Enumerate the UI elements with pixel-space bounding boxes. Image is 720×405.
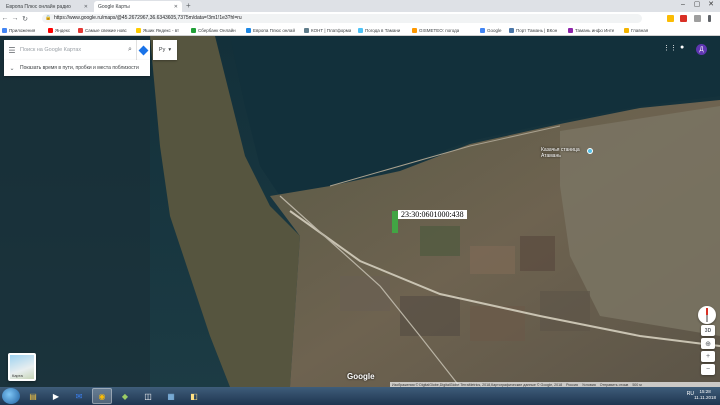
bookmark-item[interactable]: GISMETEO: погода: [412, 26, 459, 35]
satellite-imagery: [0, 36, 720, 387]
language-select[interactable]: Ру ▾: [153, 40, 177, 60]
bookmark-item[interactable]: Сбербанк Онлайн: [191, 26, 236, 35]
bookmark-item[interactable]: Приложения: [2, 26, 35, 35]
bookmark-item[interactable]: Самые свежие новс: [78, 26, 127, 35]
page-icon: [624, 28, 629, 33]
explorer-icon[interactable]: ▤: [23, 388, 43, 404]
system-clock[interactable]: 15:28 11.11.2018: [694, 389, 716, 401]
forward-icon[interactable]: →: [10, 15, 20, 22]
language-label: Ру: [158, 47, 166, 53]
bookmarks-bar: Приложения Яндекс Самые свежие новс Яшик…: [0, 25, 720, 36]
account-avatar[interactable]: Д: [696, 44, 707, 55]
place-label[interactable]: Казачья станица Атамань: [541, 147, 580, 159]
tab-close-icon[interactable]: ✕: [174, 4, 178, 10]
zoom-in-button[interactable]: +: [701, 351, 715, 362]
reload-icon[interactable]: ↻: [20, 15, 30, 23]
media-player-icon[interactable]: ▶: [46, 388, 66, 404]
bookmark-item[interactable]: Яндекс: [48, 26, 70, 35]
outlook-icon[interactable]: ✉: [69, 388, 89, 404]
extension-icon[interactable]: [694, 15, 701, 22]
close-window-icon[interactable]: ✕: [704, 0, 718, 10]
maximize-icon[interactable]: ▢: [690, 0, 704, 10]
tab-label: Google Карты: [98, 3, 130, 10]
app-icon[interactable]: ▦: [161, 388, 181, 404]
apps-grid-icon[interactable]: ⋮⋮: [663, 44, 677, 52]
app-icon[interactable]: ◫: [138, 388, 158, 404]
tab-bar: Европа Плюс онлайн радио ✕ Google Карты …: [0, 0, 720, 12]
google-logo: Google: [347, 372, 375, 381]
lock-icon: 🔒: [45, 15, 52, 21]
tab-close-icon[interactable]: ✕: [84, 4, 88, 10]
url-text: https://www.google.ru/maps/@45.2672967,3…: [54, 15, 242, 21]
dropdown-arrow-icon: ▾: [168, 47, 172, 53]
bookmark-item[interactable]: Погода в Тамани: [358, 26, 400, 35]
tab-label: Европа Плюс онлайн радио: [6, 3, 71, 10]
compass-icon[interactable]: [698, 306, 716, 324]
hamburger-menu-icon[interactable]: ☰: [4, 46, 20, 55]
chevron-down-icon: ⌄: [9, 65, 15, 72]
mail-icon: [136, 28, 141, 33]
directions-button[interactable]: [136, 40, 150, 60]
notifications-icon[interactable]: ●: [680, 44, 684, 51]
apps-icon: [2, 28, 7, 33]
search-input[interactable]: Поиск на Google Картах: [20, 47, 124, 53]
sberbank-icon: [191, 28, 196, 33]
weather-icon: [358, 28, 363, 33]
new-tab-icon[interactable]: +: [186, 1, 191, 10]
tab-europa-plus[interactable]: Европа Плюс онлайн радио ✕: [2, 1, 92, 12]
place-pin-icon[interactable]: [587, 148, 593, 154]
extension-icon[interactable]: [680, 15, 687, 22]
bookmark-item[interactable]: Тамань инфо Инте: [568, 26, 614, 35]
bookmark-item[interactable]: Яшик Яндекс - вт: [136, 26, 179, 35]
news-icon: [78, 28, 83, 33]
google-icon: [480, 28, 485, 33]
parcel-cadastral-label: 23:30:0601000:438: [398, 210, 467, 219]
bookmark-item[interactable]: КОНТ | Платформа: [304, 26, 351, 35]
bookmark-item[interactable]: Европа Плюс онлай: [246, 26, 295, 35]
bookmark-item[interactable]: Google: [480, 26, 502, 35]
vk-icon: [509, 28, 514, 33]
address-bar[interactable]: 🔒 https://www.google.ru/maps/@45.2672967…: [42, 14, 642, 23]
browser-menu-icon[interactable]: [708, 15, 711, 22]
yandex-icon: [48, 28, 53, 33]
map-search-box[interactable]: ☰ Поиск на Google Картах ⌕: [4, 40, 150, 60]
commute-text: Показать время в пути, пробки и места по…: [20, 65, 139, 71]
layers-label: Карта: [12, 373, 23, 378]
search-icon[interactable]: ⌕: [124, 46, 136, 54]
page-icon: [304, 28, 309, 33]
minimize-icon[interactable]: –: [676, 0, 690, 10]
zoom-out-button[interactable]: −: [701, 364, 715, 375]
layers-toggle[interactable]: Карта: [8, 353, 36, 381]
bookmark-item[interactable]: Главная: [624, 26, 648, 35]
avatar: Д: [696, 44, 707, 55]
browser-toolbar: ← → ↻ 🔒 https://www.google.ru/maps/@45.2…: [0, 12, 720, 25]
app-icon[interactable]: ◧: [184, 388, 204, 404]
tilt-3d-button[interactable]: 3D: [701, 325, 715, 336]
radio-icon: [246, 28, 251, 33]
extension-icon[interactable]: [667, 15, 674, 22]
commute-panel[interactable]: ⌄ Показать время в пути, пробки и места …: [4, 60, 150, 76]
language-indicator[interactable]: RU: [687, 391, 694, 397]
bookmark-item[interactable]: Порт Тамань | ВКон: [509, 26, 557, 35]
my-location-icon[interactable]: ⊕: [701, 338, 715, 349]
gismeteo-icon: [412, 28, 417, 33]
map-canvas[interactable]: ☰ Поиск на Google Картах ⌕ ⌄ Показать вр…: [0, 36, 720, 387]
taskbar: ▤ ▶ ✉ ◉ ◆ ◫ ▦ ◧ RU 15:28 11.11.2018: [0, 387, 720, 405]
tab-google-maps[interactable]: Google Карты ✕: [94, 1, 182, 12]
page-icon: [568, 28, 573, 33]
directions-icon: [138, 45, 149, 55]
start-button[interactable]: [2, 388, 20, 404]
back-icon[interactable]: ←: [0, 15, 10, 22]
app-icon[interactable]: ◆: [115, 388, 135, 404]
chrome-icon[interactable]: ◉: [92, 388, 112, 404]
